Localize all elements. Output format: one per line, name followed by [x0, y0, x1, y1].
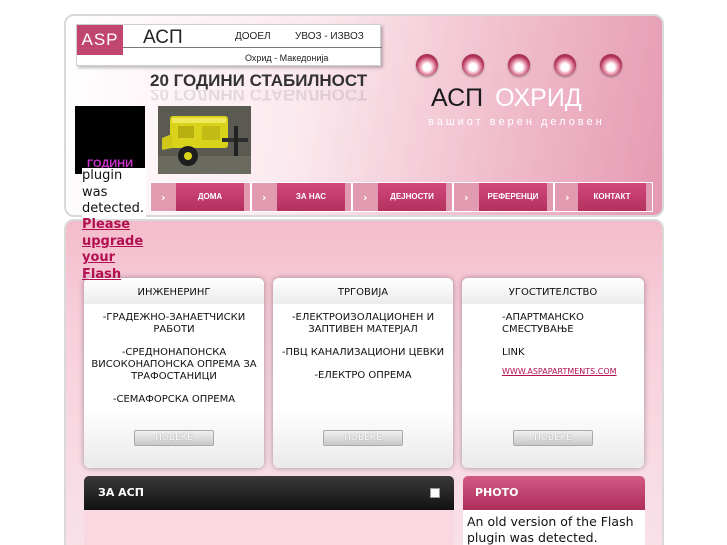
more-button[interactable]: ПОВЕЌЕ	[513, 430, 593, 446]
more-button[interactable]: ПОВЕЌЕ	[134, 430, 214, 446]
card-line: -СЕМАФОРСКА ОПРЕМА	[112, 394, 236, 405]
flash-link-line[interactable]: Please	[82, 217, 146, 234]
brand-title: АСП ОХРИД	[431, 84, 582, 113]
photo-flash-notice: An old version of the Flash plugin was d…	[463, 510, 645, 545]
card-line: -ПВЦ КАНАЛИЗАЦИОНИ ЦЕВКИ	[281, 347, 445, 358]
about-header: ЗА АСП	[84, 476, 454, 510]
card-line: -ЕЛЕКТРОИЗОЛАЦИОНЕН И ЗАПТИВЕН МАТЕРЈАЛ	[291, 312, 435, 335]
arrow-icon: ›	[262, 191, 267, 204]
nav-button-references[interactable]: РЕФЕРЕНЦИ	[479, 183, 547, 211]
brand-city: ОХРИД	[495, 84, 582, 112]
card-line: LINK	[502, 347, 525, 358]
nav-item-home[interactable]: › ДОМА	[150, 182, 251, 212]
dot-icon	[462, 54, 484, 76]
card-line: -ГРАДЕЖНО-ЗАНАЕТЧИСКИ РАБОТИ	[102, 312, 246, 335]
logo-activity: УВОЗ - ИЗВОЗ	[295, 31, 364, 42]
card-title: УГОСТИТЕЛСТВО	[462, 278, 644, 304]
compressor-image	[158, 106, 251, 174]
logo-divider	[123, 47, 382, 48]
flash-link-line[interactable]: Flash	[82, 267, 146, 284]
logo[interactable]: ASP АСП ДООЕЛ УВОЗ - ИЗВОЗ Охрид - Макед…	[76, 24, 382, 66]
dot-icon	[600, 54, 622, 76]
flash-fallback-line: detected.	[82, 201, 146, 218]
flash-link-line[interactable]: upgrade	[82, 234, 146, 251]
arrow-icon: ›	[363, 191, 368, 204]
logo-city: Охрид - Македонија	[245, 53, 329, 63]
flash-upgrade-link[interactable]: Please upgrade your Flash	[82, 217, 146, 283]
arrow-icon: ›	[464, 191, 469, 204]
card-body: -ЕЛЕКТРОИЗОЛАЦИОНЕН И ЗАПТИВЕН МАТЕРЈАЛ …	[273, 312, 453, 393]
flash-banner: ГОДИНИ	[75, 106, 145, 174]
more-button[interactable]: ПОВЕЌЕ	[323, 430, 403, 446]
decorative-dots	[416, 54, 626, 78]
flash-fallback-text: plugin was detected.	[82, 168, 146, 218]
card-body: -АПАРТМАНСКО СМЕСТУВАЊЕ LINK WWW.ASPAPAR…	[462, 312, 644, 378]
brand-name: АСП	[431, 84, 484, 112]
logo-name: АСП	[143, 27, 183, 48]
dot-icon	[554, 54, 576, 76]
card-line: -ЕЛЕКТРО ОПРЕМА	[314, 370, 412, 381]
nav-button-services[interactable]: ДЕЈНОСТИ	[378, 183, 446, 211]
compressor-photo	[158, 106, 251, 174]
nav-item-about[interactable]: › ЗА НАС	[251, 182, 352, 212]
tagline-reflection: 20 ГОДИНИ СТАБИЛНОСТ	[150, 90, 368, 104]
card-line: -СРЕДНОНАПОНСКА ВИСОКОНАПОНСКА ОПРЕМА ЗА…	[91, 347, 257, 382]
about-title: ЗА АСП	[98, 486, 144, 499]
main-nav: › ДОМА › ЗА НАС › ДЕЈНОСТИ › РЕФЕРЕНЦИ ›…	[150, 182, 653, 212]
logo-mark: ASP	[77, 25, 123, 55]
header-panel: ASP АСП ДООЕЛ УВОЗ - ИЗВОЗ Охрид - Макед…	[64, 14, 664, 217]
dot-icon	[508, 54, 530, 76]
logo-company-type: ДООЕЛ	[235, 31, 271, 42]
brand-slogan: вашиот верен деловен	[428, 116, 605, 128]
about-body	[84, 510, 454, 545]
tagline: 20 ГОДИНИ СТАБИЛНОСТ	[150, 71, 368, 90]
card-engineering: ИНЖЕНЕРИНГ -ГРАДЕЖНО-ЗАНАЕТЧИСКИ РАБОТИ …	[84, 278, 264, 468]
photo-panel: PHOTO An old version of the Flash plugin…	[463, 476, 645, 545]
card-body: -ГРАДЕЖНО-ЗАНАЕТЧИСКИ РАБОТИ -СРЕДНОНАПО…	[84, 312, 264, 417]
nav-item-contact[interactable]: › КОНТАКТ	[554, 182, 653, 212]
flash-link-line[interactable]: your	[82, 250, 146, 267]
card-line: -АПАРТМАНСКО СМЕСТУВАЊЕ	[502, 312, 584, 335]
nav-item-services[interactable]: › ДЕЈНОСТИ	[352, 182, 453, 212]
flash-fallback-line: plugin	[82, 168, 146, 185]
nav-button-contact[interactable]: КОНТАКТ	[578, 183, 646, 211]
nav-item-references[interactable]: › РЕФЕРЕНЦИ	[453, 182, 554, 212]
nav-button-home[interactable]: ДОМА	[176, 183, 244, 211]
dot-icon	[416, 54, 438, 76]
toggle-icon[interactable]	[430, 488, 440, 498]
arrow-icon: ›	[565, 191, 570, 204]
about-panel: ЗА АСП	[84, 476, 454, 545]
photo-header: PHOTO	[463, 476, 645, 510]
apartments-link[interactable]: WWW.ASPAPARTMENTS.COM	[502, 366, 644, 378]
nav-button-about[interactable]: ЗА НАС	[277, 183, 345, 211]
card-hospitality: УГОСТИТЕЛСТВО -АПАРТМАНСКО СМЕСТУВАЊЕ LI…	[462, 278, 644, 468]
card-trade: ТРГОВИЈА -ЕЛЕКТРОИЗОЛАЦИОНЕН И ЗАПТИВЕН …	[273, 278, 453, 468]
flash-fallback-line: was	[82, 184, 146, 201]
content-panel: ИНЖЕНЕРИНГ -ГРАДЕЖНО-ЗАНАЕТЧИСКИ РАБОТИ …	[64, 219, 664, 545]
arrow-icon: ›	[161, 191, 166, 204]
card-title: ТРГОВИЈА	[273, 278, 453, 304]
